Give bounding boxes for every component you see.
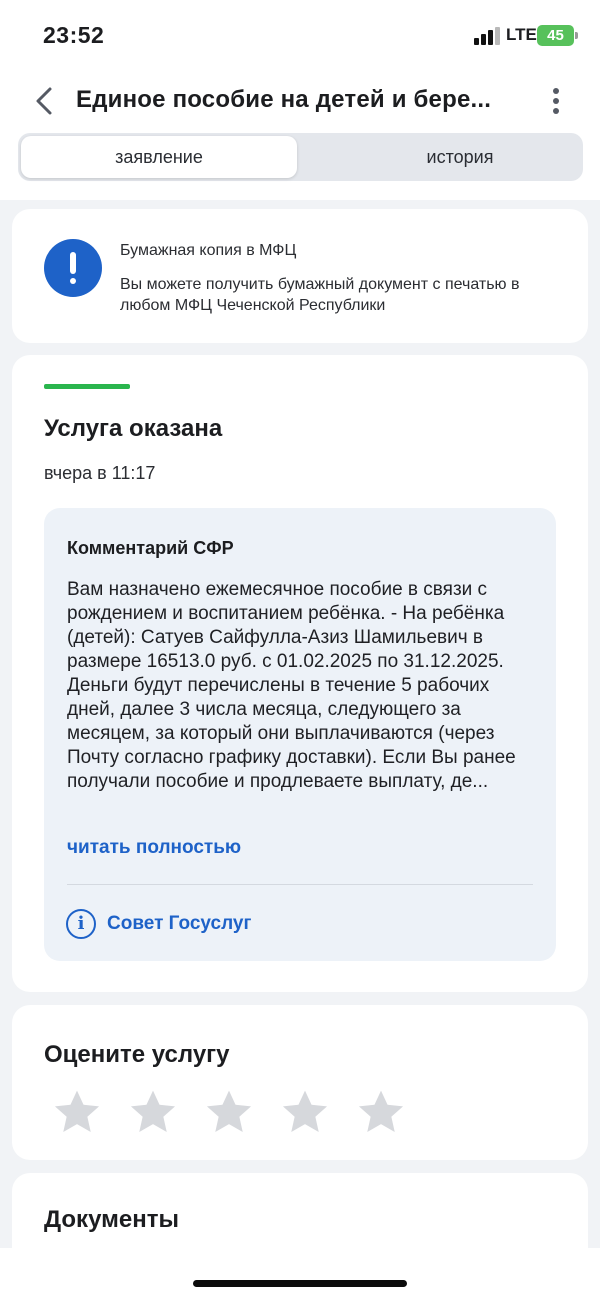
read-more-link[interactable]: читать полностью: [67, 837, 241, 859]
page-title: Единое пособие на детей и бере...: [76, 86, 492, 113]
star-icon-3[interactable]: [202, 1085, 256, 1139]
tip-label: Совет Госуслуг: [107, 913, 252, 934]
app-header: Единое пособие на детей и бере...: [0, 78, 600, 124]
star-icon-5[interactable]: [354, 1085, 408, 1139]
star-icon-1[interactable]: [50, 1085, 104, 1139]
tab-history[interactable]: история: [320, 136, 600, 178]
star-rating: [50, 1085, 430, 1139]
status-date: вчера в 11:17: [44, 463, 156, 483]
chevron-left-icon: [36, 87, 52, 115]
comment-title: Комментарий СФР: [67, 538, 234, 558]
exclamation-icon: [44, 239, 102, 297]
status-bar: 23:52 LTE 45: [0, 0, 600, 70]
more-vertical-icon-dot: [553, 108, 559, 114]
status-indicator: [44, 384, 130, 389]
star-icon-4[interactable]: [278, 1085, 332, 1139]
gosuslugi-tip-link[interactable]: i Совет Госуслуг: [66, 907, 366, 941]
more-menu-button[interactable]: [545, 86, 567, 116]
status-time: 23:52: [43, 22, 105, 48]
notice-text: Вы можете получить бумажный документ с п…: [120, 276, 520, 314]
status-card: Услуга оказана вчера в 11:17 Комментарий…: [12, 355, 588, 992]
battery-icon: 45: [537, 25, 578, 46]
signal-icon: [474, 27, 500, 45]
bottom-bar: [0, 1248, 600, 1297]
info-icon: i: [66, 909, 96, 939]
more-vertical-icon-dot: [553, 98, 559, 104]
notice-card: Бумажная копия в МФЦ Вы можете получить …: [12, 209, 588, 343]
divider: [67, 884, 533, 885]
comment-text: Вам назначено ежемесячное пособие в связ…: [67, 579, 516, 792]
documents-title: Документы: [44, 1206, 179, 1233]
rating-title: Оцените услугу: [44, 1041, 230, 1068]
rating-card: Оцените услугу: [12, 1005, 588, 1160]
star-icon-2[interactable]: [126, 1085, 180, 1139]
notice-title: Бумажная копия в МФЦ: [120, 242, 297, 259]
status-title: Услуга оказана: [44, 415, 223, 442]
home-indicator[interactable]: [193, 1280, 407, 1287]
tab-switcher: заявление история: [18, 133, 583, 181]
back-button[interactable]: [30, 84, 60, 118]
comment-box: Комментарий СФР Вам назначено ежемесячно…: [44, 508, 556, 961]
network-type: LTE: [506, 25, 537, 44]
more-vertical-icon: [553, 88, 559, 94]
tab-application[interactable]: заявление: [21, 136, 297, 178]
